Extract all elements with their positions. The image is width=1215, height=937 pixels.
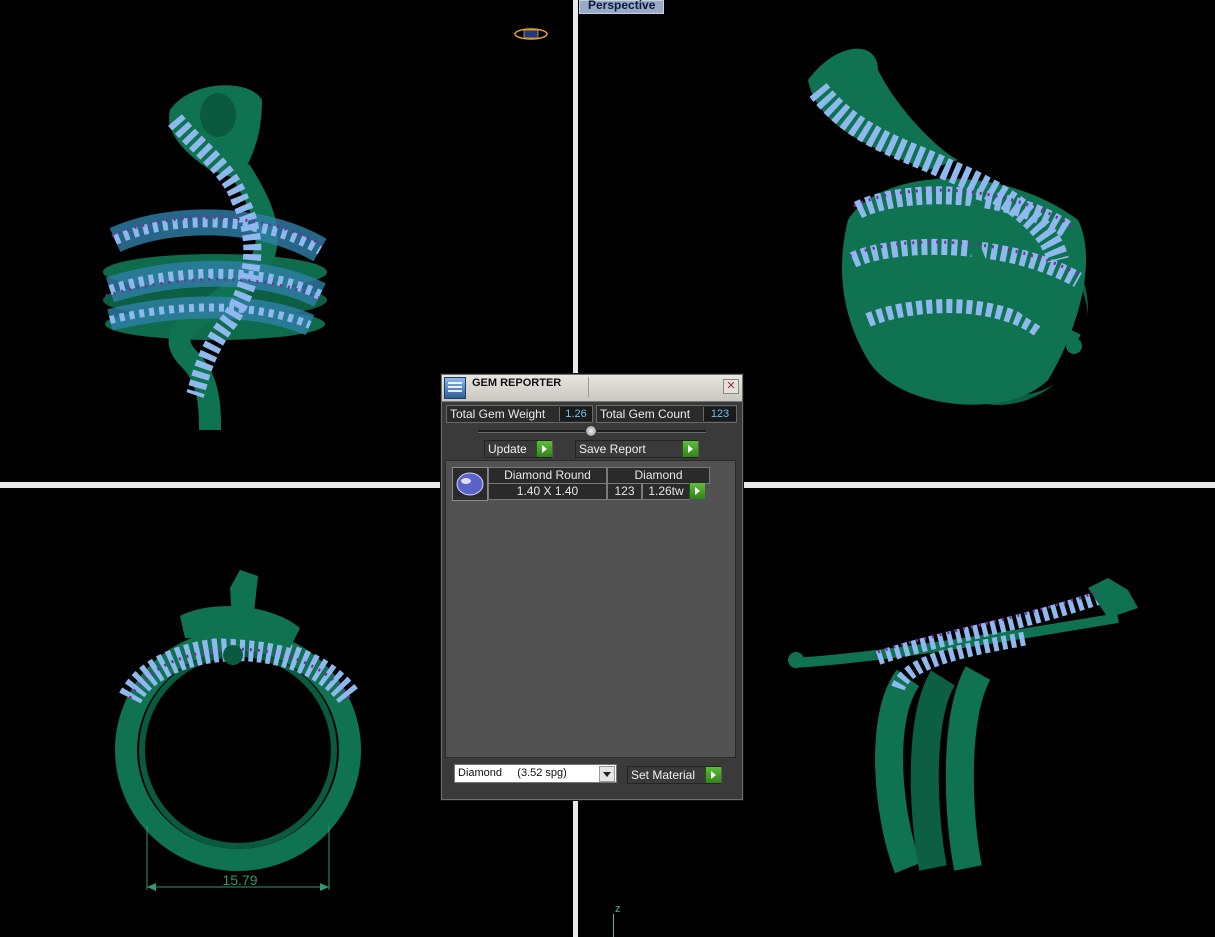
gem-reporter-icon (444, 377, 466, 399)
gem-reporter-dialog[interactable]: GEM REPORTER ✕ Total Gem Weight 1.26 Tot… (441, 374, 743, 800)
gem-material: Diamond (607, 467, 710, 484)
total-gem-weight-value: 1.26 (559, 407, 592, 421)
chevron-down-icon[interactable] (599, 766, 615, 782)
total-gem-weight-label: Total Gem Weight (450, 407, 546, 421)
gem-size: 1.40 X 1.40 (488, 483, 607, 500)
set-material-button-label: Set Material (631, 768, 696, 782)
title-separator (588, 377, 589, 397)
dialog-title: GEM REPORTER (472, 377, 562, 389)
round-diamond-icon (452, 467, 488, 501)
dimension-label: 15.79 (222, 872, 257, 888)
total-gem-count: Total Gem Count 123 (596, 405, 737, 423)
play-arrow-icon (689, 483, 705, 499)
view-navigation-widget[interactable] (513, 27, 549, 41)
material-select[interactable]: Diamond (3.52 spg) (454, 764, 617, 783)
size-slider-knob[interactable] (585, 425, 597, 437)
update-button[interactable]: Update (484, 440, 553, 458)
set-material-button[interactable]: Set Material (627, 766, 722, 784)
material-select-value: Diamond (3.52 spg) (458, 767, 567, 779)
play-arrow-icon (682, 441, 698, 457)
save-report-button[interactable]: Save Report (575, 440, 699, 458)
gem-list-item[interactable]: Diamond Round Diamond 1.40 X 1.40 123 1.… (452, 467, 710, 501)
gem-list[interactable]: Diamond Round Diamond 1.40 X 1.40 123 1.… (445, 460, 736, 758)
axis-z-line (613, 914, 614, 937)
save-report-button-label: Save Report (579, 442, 646, 456)
gem-shape: Diamond Round (488, 467, 607, 484)
axis-z-label: z (615, 903, 621, 915)
play-arrow-icon (705, 767, 721, 783)
gem-weight: 1.26tw (642, 483, 690, 500)
close-icon[interactable]: ✕ (723, 379, 739, 394)
gem-count: 123 (607, 483, 642, 500)
total-gem-count-label: Total Gem Count (600, 407, 691, 421)
viewport-perspective-label[interactable]: Perspective (579, 0, 665, 14)
total-gem-weight: Total Gem Weight 1.26 (446, 405, 593, 423)
dialog-title-bar[interactable]: GEM REPORTER ✕ (442, 375, 742, 402)
play-arrow-icon (536, 441, 552, 457)
update-button-label: Update (488, 442, 527, 456)
total-gem-count-value: 123 (703, 407, 736, 421)
gem-select-button[interactable] (689, 483, 705, 499)
